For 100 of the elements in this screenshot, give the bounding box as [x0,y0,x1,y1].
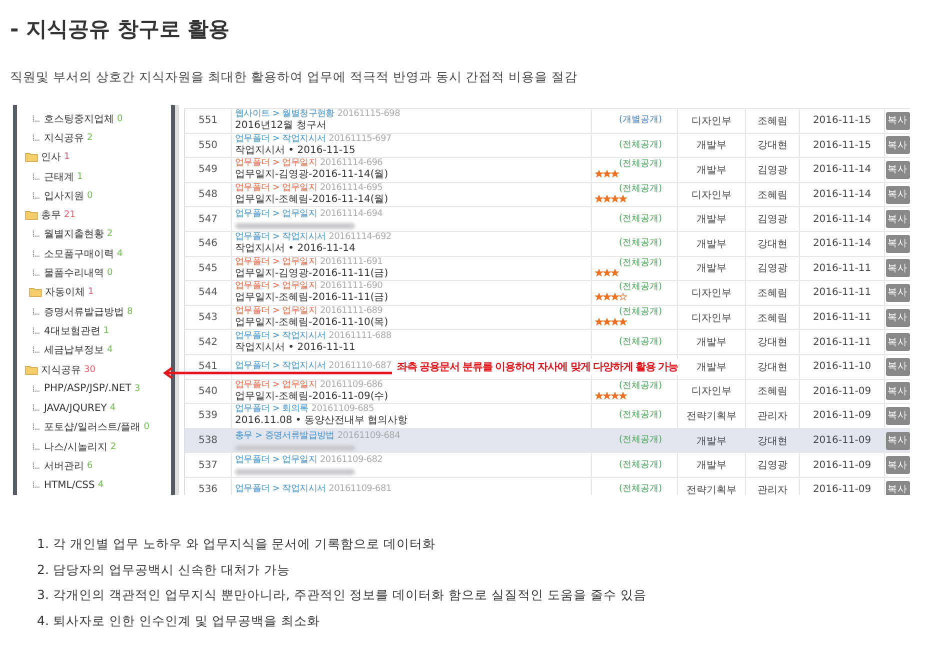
document-title[interactable]: 2016.11.08 • 동양산전내부 협의사항 [235,415,408,428]
tree-item[interactable]: 소모품구매이력 [44,246,114,261]
tree-item[interactable]: 증명서류발급방법 [44,304,124,319]
row-number: 540 [198,386,218,397]
document-title[interactable]: 업무일지-조혜림-2016-11-10(목) [235,317,388,330]
item-count: 1 [64,152,70,162]
tree-item[interactable]: 지식공유 [44,130,84,145]
tree-branch-icon [32,326,41,335]
tree-item[interactable]: 포토샵/일러스트/플래 [44,420,141,434]
item-count: 1 [77,172,83,182]
document-title[interactable]: 업무일지-조혜림-2016-11-11(금) [235,292,388,304]
table-row[interactable]: 551 웹사이트 > 월별청구현황 20161115-698 2016년12월 청구서 (개별공개) 디자인부 조혜림 2016-11-15 복사 [185,109,910,134]
row-number: 548 [198,189,218,200]
copy-button[interactable]: 복사 [886,358,910,376]
tree-item[interactable]: 총무 [41,208,61,222]
table-row[interactable]: 549 업무폴더 > 업무일지 20161114-696 업무일지-김영광-2016-11-14(월) (전체공개) 개발부 김영광 2016-11-14 복사 [185,158,910,183]
tree-item[interactable]: 월별지출현황 [44,227,104,242]
document-title[interactable]: 업무일지-조혜림-2016-11-09(수) [235,390,388,403]
tree-item[interactable]: JAVA/JQUREY [44,402,107,414]
copy-button[interactable]: 복사 [886,160,910,179]
date: 2016-11-10 [812,361,872,372]
tree-item[interactable]: HTML/CSS [44,480,95,491]
tree-item[interactable]: 4대보험관련 [44,324,100,338]
section-heading: - 지식공유 창구로 활용 [10,16,231,43]
author-name: 김영광 [758,213,788,226]
tree-item[interactable]: 자동이체 [45,285,85,300]
copy-button[interactable]: 복사 [886,406,910,425]
tree-item[interactable]: PHP/ASP/JSP/.NET [44,383,132,394]
document-title[interactable]: 업무일지-김영광-2016-11-11(금) [235,268,388,280]
table-row[interactable]: 543 업무폴더 > 업무일지 20161111-689 업무일지-조혜림-2016-11-10(목) (전체공개) 디자인부 조혜림 2016-11-11 복사 [185,306,910,330]
table-row[interactable]: 540 업무폴더 > 업무일지 20161109-686 업무일지-조혜림-2016-11-09(수) (전체공개) 디자인부 조혜림 2016-11-09 복사 [185,380,910,404]
table-row[interactable]: 548 업무폴더 > 업무일지 20161114-695 업무일지-조혜림-2016-11-14(월) (전체공개) 디자인부 조혜림 2016-11-14 복사 [185,182,910,208]
tree-item[interactable]: 입사지원 [44,188,84,203]
date: 2016-11-09 [812,435,872,446]
copy-button[interactable]: 복사 [886,112,910,130]
date: 2016-11-14 [812,238,872,250]
table-row[interactable]: 536 업무폴더 > 작업지시서 20161109-681 (전체공개) 전략기획부 관리자 2016-11-09 복사 [185,478,910,495]
benefit-item: 3. 각개인의 객관적인 업무지식 뿐만아니라, 주관적인 정보를 데이터화 함으로 실질적인 도움을 줄수 있음 [37,586,648,604]
copy-button[interactable]: 복사 [886,186,910,204]
table-row[interactable]: 542 업무폴더 > 작업지시서 20161111-688 작업지시서 • 2016-11-11 (전체공개) 개발부 강대현 2016-11-11 복사 [185,330,910,355]
tree-item[interactable]: 근태계 [44,170,74,184]
copy-button[interactable]: 복사 [886,432,910,450]
copy-button[interactable]: 복사 [886,136,910,154]
item-count: 1 [103,326,110,336]
tree-item[interactable]: 서버관리 [44,458,84,473]
table-row[interactable]: 547 업무폴더 > 업무일지 20161114-694 (전체공개) 개발부 김영광 2016-11-14 복사 [185,207,910,232]
department: 개발부 [696,213,726,226]
item-count: 4 [107,345,113,356]
document-title[interactable]: 작업지시서 • 2016-11-15 [235,144,356,157]
visibility-label: (전체공개) [619,484,662,495]
department: 개발부 [696,238,726,251]
tree-item[interactable]: 세금납부정보 [44,343,104,358]
tree-item[interactable]: 나스/시놀리지 [44,440,108,454]
copy-button[interactable]: 복사 [886,382,910,400]
table-row[interactable]: 545 업무폴더 > 업무일지 20161111-691 업무일지-김영광-2016-11-11(금) (전체공개) 개발부 김영광 2016-11-11 복사 [185,256,910,282]
tree-item[interactable]: 호스팅중지업체 [44,112,114,126]
copy-button[interactable]: 복사 [886,308,910,327]
document-title[interactable]: 작업지시서 • 2016-11-11 [235,342,356,354]
tree-branch-icon [32,462,41,470]
department: 디자인부 [692,385,732,398]
date: 2016-11-15 [812,115,872,126]
copy-button[interactable]: 복사 [886,259,910,278]
document-title[interactable]: 작업지시서 • 2016-11-14 [235,243,356,256]
visibility-label: (전체공개) [619,184,662,195]
table-row[interactable]: 544 업무폴더 > 업무일지 20161111-690 업무일지-조혜림-2016-11-11(금) (전체공개) 디자인부 조혜림 2016-11-11 복사 [185,281,910,306]
row-number: 544 [198,287,218,298]
copy-button[interactable]: 복사 [886,456,910,474]
document-code: 20161109-682 [320,455,383,466]
benefit-item: 2. 담당자의 업무공백시 신속한 대처가 가능 [37,560,291,578]
tree-branch-icon [32,230,41,238]
document-title[interactable]: 업무일지-김영광-2016-11-14(월) [235,169,388,182]
scrollbar[interactable] [175,105,179,495]
document-title[interactable]: 2016년12월 청구서 [235,120,326,132]
table-row[interactable]: 537 업무폴더 > 업무일지 20161109-682 (전체공개) 개발부 김영광 2016-11-09 복사 [185,453,910,478]
table-row[interactable]: 546 업무폴더 > 작업지시서 20161114-692 작업지시서 • 2016-11-14 (전체공개) 개발부 강대현 2016-11-14 복사 [185,232,910,257]
copy-button[interactable]: 복사 [886,284,910,302]
date: 2016-11-09 [812,386,872,397]
author-name: 조혜림 [758,114,788,128]
tree-item[interactable]: 지식공유 [41,362,81,376]
tree-item[interactable]: 물품수리내역 [44,266,104,280]
table-row[interactable]: 550 업무폴더 > 작업지시서 20161115-697 작업지시서 • 2016-11-15 (전체공개) 개발부 강대현 2016-11-15 복사 [185,134,910,158]
document-code: 20161109-681 [328,484,392,494]
document-code: 20161115-697 [328,134,392,144]
copy-button[interactable]: 복사 [886,210,910,228]
date: 2016-11-11 [812,312,872,324]
document-code: 20161111-688 [328,330,392,341]
table-row[interactable]: 538 총무 > 증명서류발급방법 20161109-684 (전체공개) 개발부 강대현 2016-11-09 복사 [185,428,910,454]
tree-item[interactable]: 인사 [41,150,61,164]
tree-branch-icon [32,269,41,278]
item-count: 8 [127,306,133,317]
copy-button[interactable]: 복사 [886,333,910,352]
row-number: 543 [198,312,218,324]
author-name: 김영광 [758,164,788,177]
copy-button[interactable]: 복사 [886,234,910,253]
department: 전략기획부 [686,410,736,423]
document-title[interactable]: 업무일지-조혜림-2016-11-14(월) [235,194,388,206]
row-number: 536 [198,484,218,495]
item-count: 6 [87,460,93,471]
copy-button[interactable]: 복사 [886,480,910,495]
item-count: 0 [87,190,93,201]
